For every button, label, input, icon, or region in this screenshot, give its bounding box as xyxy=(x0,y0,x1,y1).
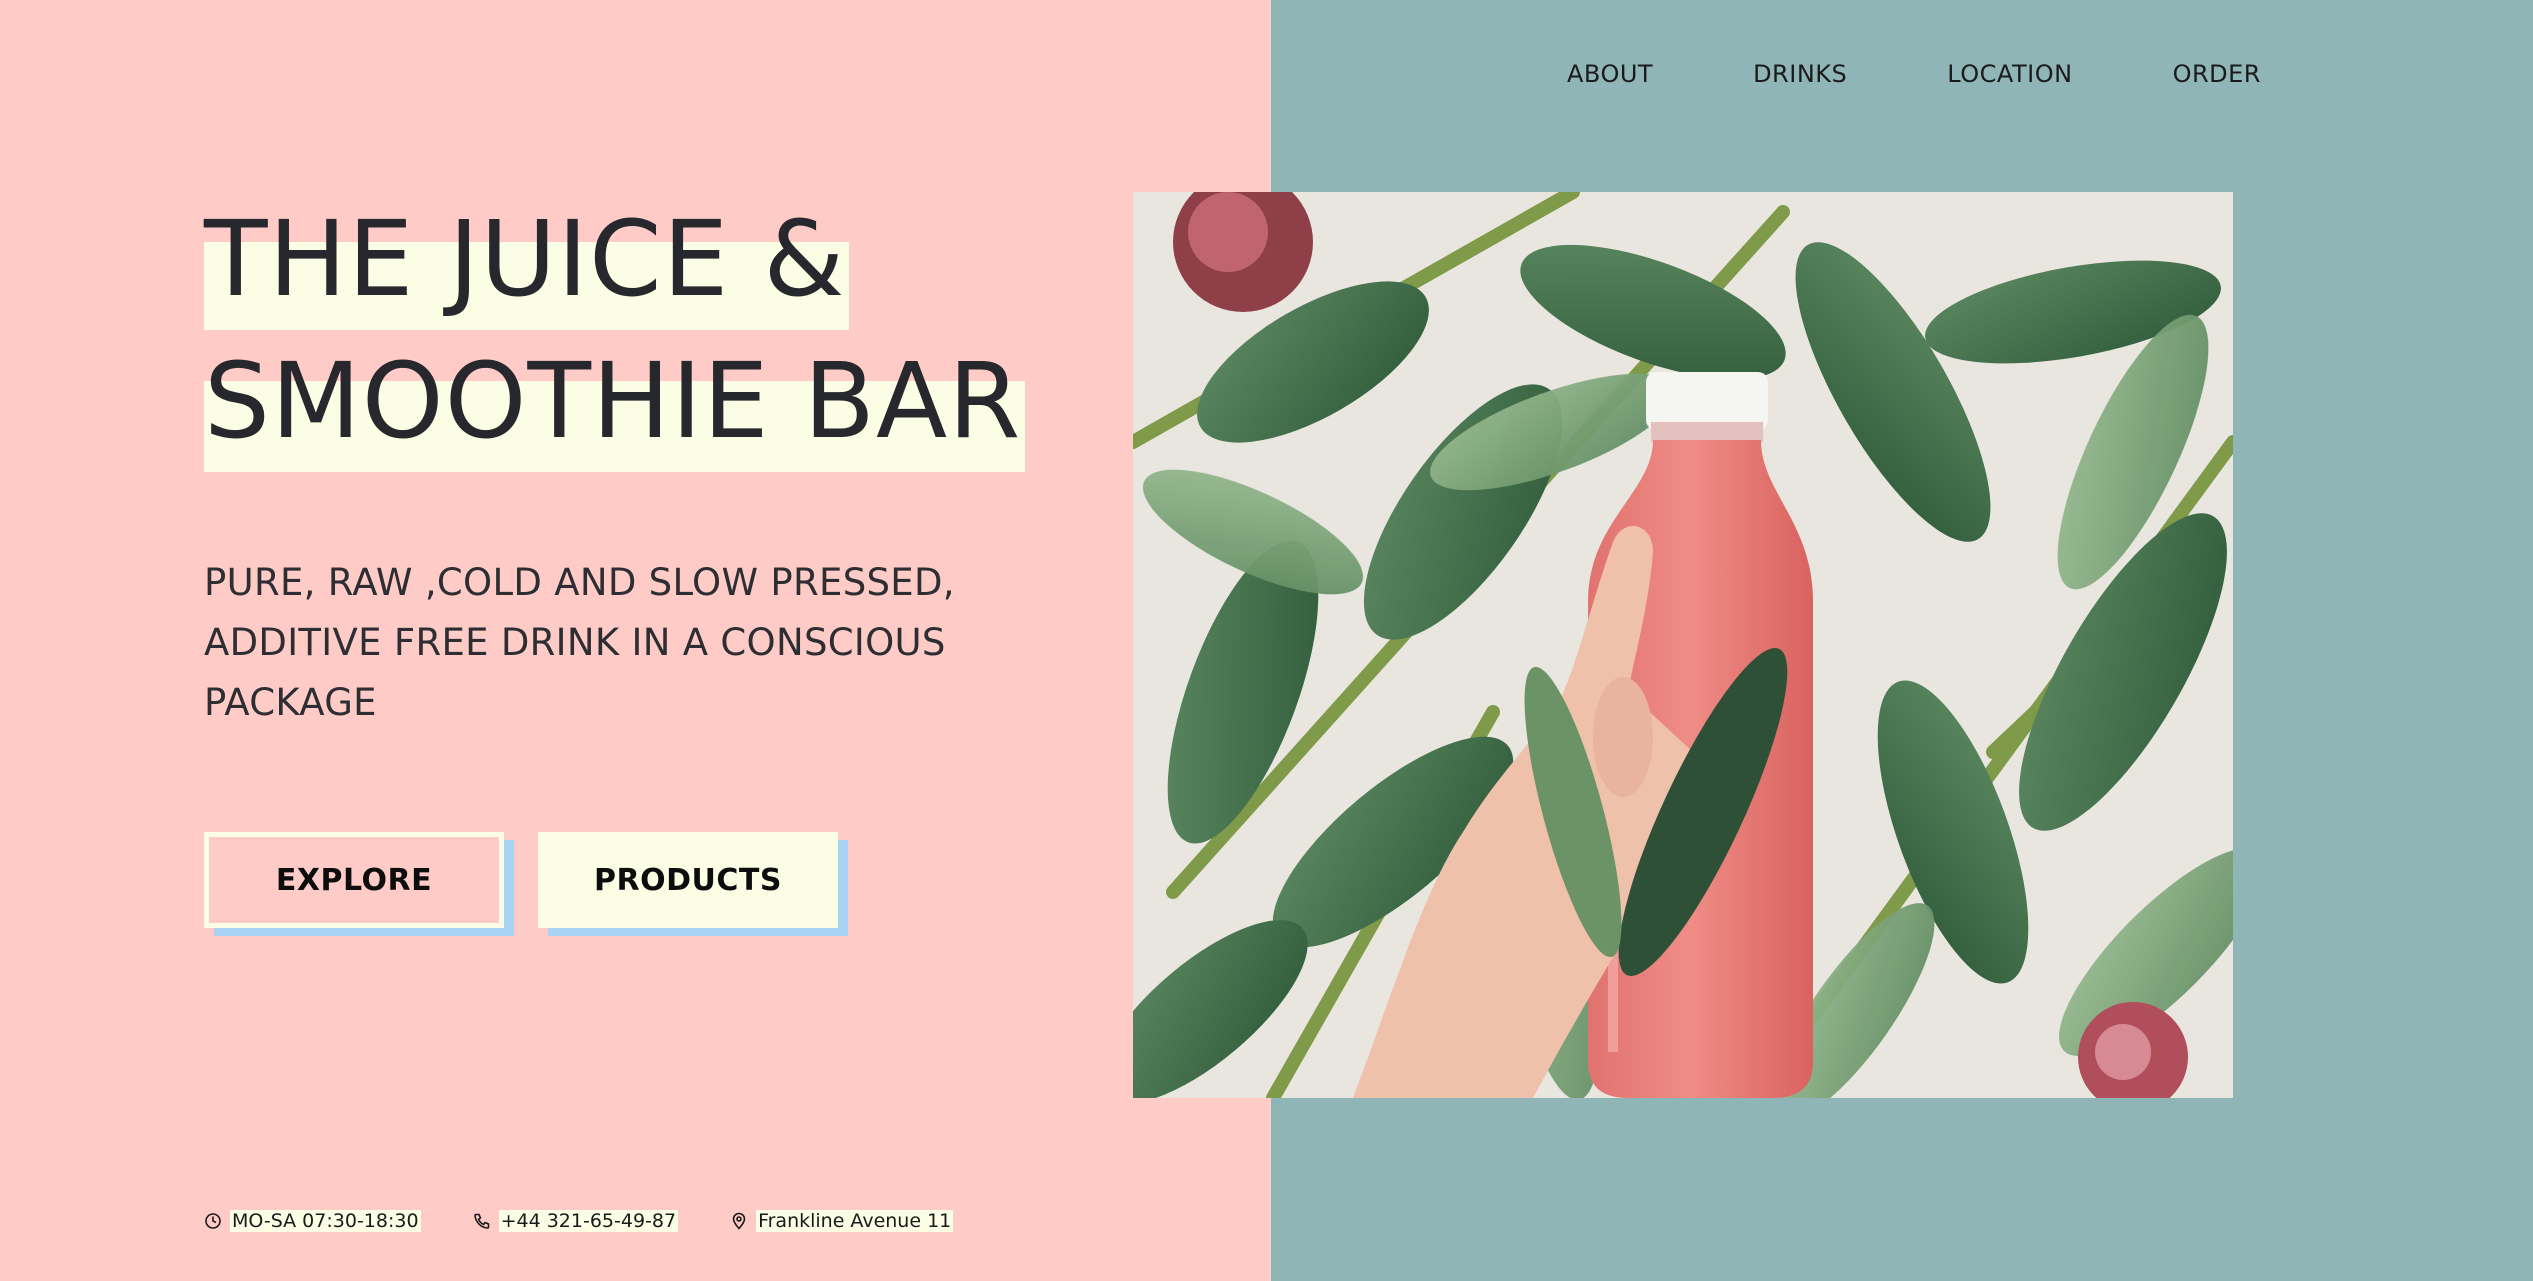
address-info: Frankline Avenue 11 xyxy=(730,1210,954,1232)
hours-text: MO-SA 07:30-18:30 xyxy=(230,1210,421,1232)
nav-item-location[interactable]: LOCATION xyxy=(1947,60,2072,88)
title-line-2: SMOOTHIE BAR xyxy=(204,330,1026,472)
nav-item-about[interactable]: ABOUT xyxy=(1567,60,1653,88)
explore-button[interactable]: EXPLORE xyxy=(204,832,504,928)
hours-info: MO-SA 07:30-18:30 xyxy=(204,1210,421,1232)
nav-item-drinks[interactable]: DRINKS xyxy=(1753,60,1847,88)
clock-icon xyxy=(204,1212,222,1230)
page-title: THE JUICE & SMOOTHIE BAR xyxy=(204,188,1026,472)
location-pin-icon xyxy=(730,1212,748,1230)
title-line-1: THE JUICE & xyxy=(204,188,850,330)
phone-info: +44 321-65-49-87 xyxy=(473,1210,679,1232)
landing-page: ABOUT DRINKS LOCATION ORDER THE JUICE & … xyxy=(0,0,2533,1281)
products-button[interactable]: PRODUCTS xyxy=(538,832,838,928)
contact-info: MO-SA 07:30-18:30 +44 321-65-49-87 Frank… xyxy=(204,1210,954,1232)
hero-photo xyxy=(1133,192,2233,1098)
nav-item-order[interactable]: ORDER xyxy=(2173,60,2261,88)
phone-text[interactable]: +44 321-65-49-87 xyxy=(498,1210,679,1232)
hero-subtitle: PURE, RAW ,COLD AND SLOW PRESSED, ADDITI… xyxy=(204,561,955,724)
hero-photo-illustration xyxy=(1133,192,2233,1098)
main-nav: ABOUT DRINKS LOCATION ORDER xyxy=(1567,60,2261,88)
hero-buttons: EXPLORE PRODUCTS xyxy=(204,832,838,928)
phone-icon xyxy=(473,1212,491,1230)
address-text[interactable]: Frankline Avenue 11 xyxy=(756,1210,954,1232)
